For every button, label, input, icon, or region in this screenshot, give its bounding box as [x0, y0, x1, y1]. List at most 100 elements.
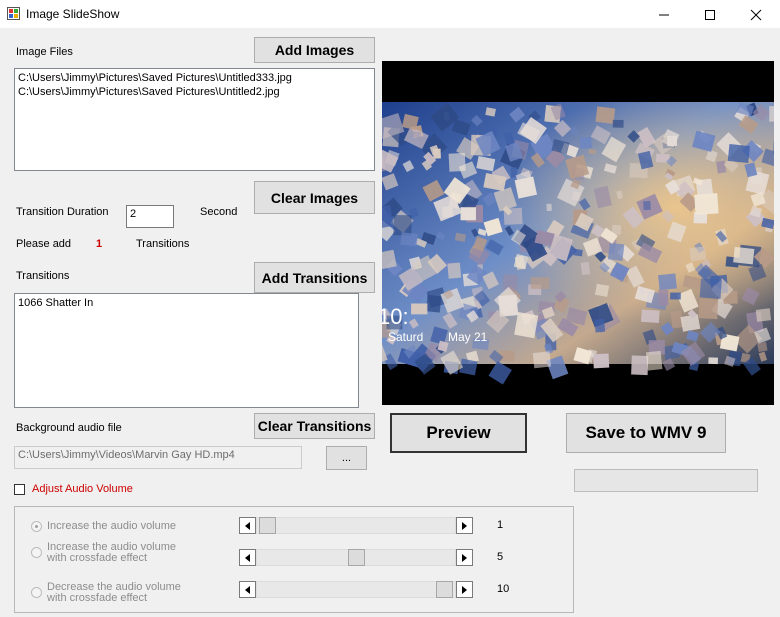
image-shard: [727, 143, 750, 163]
window-title: Image SlideShow: [26, 7, 120, 21]
transitions-list[interactable]: 1066 Shatter In: [14, 293, 359, 408]
audio-volume-group: Increase the audio volume 1 Increase the…: [14, 506, 574, 613]
image-shard: [514, 176, 538, 199]
image-shard: [645, 350, 663, 371]
decrease-crossfade-value: 10: [497, 583, 510, 595]
background-audio-label: Background audio file: [16, 422, 122, 434]
image-shard: [607, 242, 625, 262]
slider-right-arrow[interactable]: [456, 517, 473, 534]
slider-right-arrow[interactable]: [456, 549, 473, 566]
maximize-button[interactable]: [687, 0, 733, 28]
list-item[interactable]: C:\Users\Jimmy\Pictures\Saved Pictures\U…: [18, 85, 371, 99]
image-shard: [699, 278, 722, 299]
increase-volume-label: Increase the audio volume: [47, 520, 177, 532]
slider-thumb[interactable]: [347, 549, 365, 566]
image-shard: [393, 214, 412, 236]
audio-file-path-input[interactable]: C:\Users\Jimmy\Videos\Marvin Gay HD.mp4: [14, 446, 302, 469]
transition-duration-input[interactable]: 2: [126, 205, 174, 228]
clear-images-button[interactable]: Clear Images: [254, 181, 375, 214]
image-shard: [708, 357, 719, 365]
clear-transitions-button[interactable]: Clear Transitions: [254, 413, 375, 439]
slider-thumb[interactable]: [436, 581, 453, 598]
please-add-label: Please add: [16, 238, 72, 250]
image-shard: [593, 353, 610, 369]
image-shard: [579, 137, 592, 149]
add-images-button[interactable]: Add Images: [254, 37, 375, 63]
progress-bar: [574, 469, 758, 492]
slider-left-arrow[interactable]: [239, 581, 256, 598]
minimize-icon: [659, 14, 669, 16]
image-shard: [631, 355, 649, 376]
arrow-left-icon: [244, 553, 250, 562]
arrow-left-icon: [244, 585, 250, 594]
image-shard: [688, 332, 698, 339]
arrow-left-icon: [244, 521, 250, 530]
app-icon: [7, 7, 20, 20]
image-shard: [447, 262, 462, 279]
increase-crossfade-slider[interactable]: [256, 549, 456, 566]
image-shard: [594, 283, 610, 297]
decrease-crossfade-slider[interactable]: [256, 581, 456, 598]
image-shard: [488, 361, 512, 385]
image-shard: [640, 309, 660, 323]
slider-left-arrow[interactable]: [239, 517, 256, 534]
image-shard: [612, 119, 624, 128]
image-shard: [425, 294, 442, 313]
arrow-right-icon: [461, 585, 467, 594]
image-files-list[interactable]: C:\Users\Jimmy\Pictures\Saved Pictures\U…: [14, 68, 375, 171]
list-item[interactable]: 1066 Shatter In: [18, 296, 355, 310]
image-shard: [733, 246, 755, 265]
image-shard: [411, 303, 428, 315]
image-shard: [460, 207, 476, 221]
slider-left-arrow[interactable]: [239, 549, 256, 566]
transitions-label: Transitions: [16, 270, 70, 282]
image-shard: [670, 292, 681, 300]
image-shard: [769, 106, 774, 122]
image-shard: [689, 246, 707, 262]
increase-volume-radio[interactable]: [31, 521, 42, 532]
image-shard: [667, 135, 678, 147]
image-shard: [658, 273, 677, 291]
transitions-word-label: Transitions: [136, 238, 190, 250]
preview-pane: 10: Saturd May 21: [382, 61, 774, 405]
image-shard: [658, 289, 669, 306]
image-shard: [643, 200, 651, 211]
adjust-audio-volume-label: Adjust Audio Volume: [32, 483, 133, 495]
increase-crossfade-label-line2: with crossfade effect: [47, 552, 148, 564]
image-shard: [694, 193, 719, 215]
preview-date-text: May 21: [448, 330, 488, 344]
add-transitions-button[interactable]: Add Transitions: [254, 262, 375, 293]
maximize-icon: [705, 10, 715, 20]
save-to-wmv-button[interactable]: Save to WMV 9: [566, 413, 726, 453]
increase-volume-slider[interactable]: [256, 517, 456, 534]
arrow-right-icon: [461, 521, 467, 530]
adjust-audio-volume-checkbox[interactable]: [14, 484, 25, 495]
arrow-right-icon: [461, 553, 467, 562]
image-shard: [530, 277, 550, 290]
decrease-crossfade-radio[interactable]: [31, 587, 42, 598]
increase-crossfade-value: 5: [497, 551, 504, 563]
slider-right-arrow[interactable]: [456, 581, 473, 598]
image-shard: [502, 273, 519, 292]
image-shard: [514, 312, 539, 339]
minimize-button[interactable]: [641, 0, 687, 28]
increase-crossfade-radio[interactable]: [31, 547, 42, 558]
transition-duration-label: Transition Duration: [16, 206, 109, 218]
image-shard: [755, 308, 772, 322]
preview-button[interactable]: Preview: [390, 413, 527, 453]
slider-thumb[interactable]: [259, 517, 276, 534]
second-unit-label: Second: [200, 206, 238, 218]
close-button[interactable]: [733, 0, 779, 28]
title-bar: Image SlideShow: [0, 0, 780, 28]
browse-audio-button[interactable]: ...: [326, 446, 367, 470]
image-files-label: Image Files: [16, 46, 73, 58]
image-shard: [532, 351, 552, 369]
list-item[interactable]: C:\Users\Jimmy\Pictures\Saved Pictures\U…: [18, 71, 371, 85]
preview-clock-text: 10:: [382, 304, 409, 329]
close-icon: [750, 9, 762, 21]
image-shard: [698, 298, 719, 320]
image-shard: [400, 232, 418, 247]
image-shard: [546, 203, 552, 211]
preview-image: 10: Saturd May 21: [382, 102, 774, 385]
increase-volume-value: 1: [497, 519, 504, 531]
